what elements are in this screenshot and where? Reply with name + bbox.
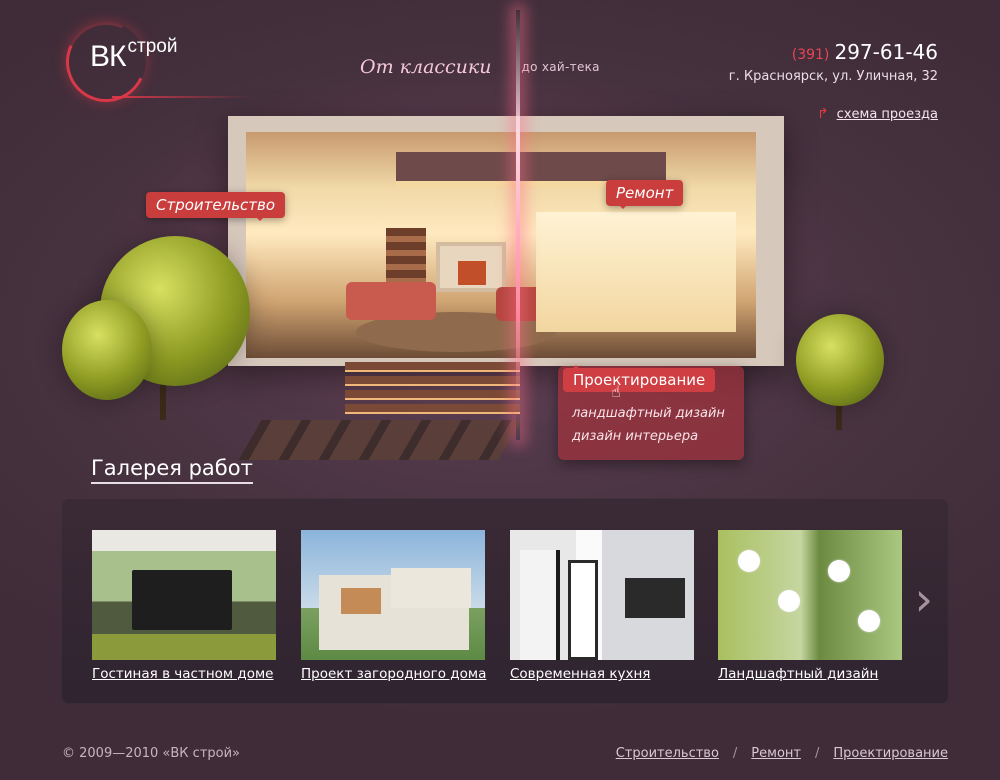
hero-interior xyxy=(246,132,756,358)
gallery-item-label[interactable]: Проект загородного дома xyxy=(301,666,486,682)
tree-left-small xyxy=(62,300,152,400)
tag-construction[interactable]: Строительство xyxy=(146,192,286,221)
light-beam xyxy=(516,10,520,440)
slogan-script: От классики xyxy=(360,56,492,78)
fireplace xyxy=(436,242,506,292)
tree-right xyxy=(796,314,884,406)
footer-separator: / xyxy=(732,746,738,761)
gallery-item-label[interactable]: Ландшафтный дизайн xyxy=(718,666,902,682)
menu-item-landscape[interactable]: ландшафтный дизайн xyxy=(572,406,725,421)
footer-link-repair[interactable]: Ремонт xyxy=(751,746,801,761)
logo-word: строй xyxy=(127,36,178,57)
phone-number: 297-61-46 xyxy=(834,40,938,64)
slogan: От классики до хай-тека xyxy=(360,56,600,78)
stairs xyxy=(345,362,520,422)
footer-separator: / xyxy=(814,746,820,761)
gallery-thumb[interactable] xyxy=(92,530,276,660)
gallery: Гостиная в частном доме Проект загородно… xyxy=(61,498,949,704)
gallery-item[interactable]: Современная кухня xyxy=(510,530,694,682)
route-label[interactable]: схема проезда xyxy=(837,107,938,122)
gallery-thumb[interactable] xyxy=(301,530,485,660)
logo-mark: ВК xyxy=(90,40,126,73)
tag-design[interactable]: Проектирование xyxy=(563,365,716,392)
gallery-item-label[interactable]: Гостиная в частном доме xyxy=(92,666,276,682)
gallery-title[interactable]: Галерея работ xyxy=(91,456,253,484)
copyright: © 2009—2010 «ВК строй» xyxy=(62,746,240,761)
route-arrow-icon: ↱ xyxy=(816,106,829,122)
phone: (391) 297-61-46 xyxy=(729,40,938,64)
hand-cursor-icon: ☝ xyxy=(611,382,621,401)
footer-link-design[interactable]: Проектирование xyxy=(833,746,948,761)
address: г. Красноярск, ул. Уличная, 32 xyxy=(728,69,938,84)
logo-underline xyxy=(112,96,252,98)
route-link[interactable]: ↱ схема проезда xyxy=(817,106,938,122)
garden-path xyxy=(238,420,522,460)
footer-link-construction[interactable]: Строительство xyxy=(616,746,719,761)
contact-block: (391) 297-61-46 г. Красноярск, ул. Уличн… xyxy=(729,40,938,84)
gallery-item[interactable]: Ландшафтный дизайн xyxy=(718,530,902,682)
tag-repair[interactable]: Ремонт xyxy=(606,180,684,209)
sofa xyxy=(346,282,436,320)
gallery-item-label[interactable]: Современная кухня xyxy=(510,666,694,682)
gallery-item[interactable]: Проект загородного дома xyxy=(301,530,486,682)
chevron-right-icon[interactable]: › xyxy=(915,572,933,626)
gallery-thumb[interactable] xyxy=(718,530,902,660)
menu-item-interior[interactable]: дизайн интерьера xyxy=(572,429,698,444)
logo-text: ВК строй xyxy=(90,36,177,74)
phone-code: (391) xyxy=(791,47,830,63)
modern-interior xyxy=(536,212,736,332)
footer-nav: Строительство / Ремонт / Проектирование xyxy=(616,746,948,761)
logo[interactable]: ВК строй xyxy=(54,10,262,114)
hero-house-frame xyxy=(228,116,784,366)
gallery-thumb[interactable] xyxy=(510,530,694,660)
gallery-item[interactable]: Гостиная в частном доме xyxy=(92,530,276,682)
slogan-tail: до хай-тека xyxy=(521,60,600,74)
